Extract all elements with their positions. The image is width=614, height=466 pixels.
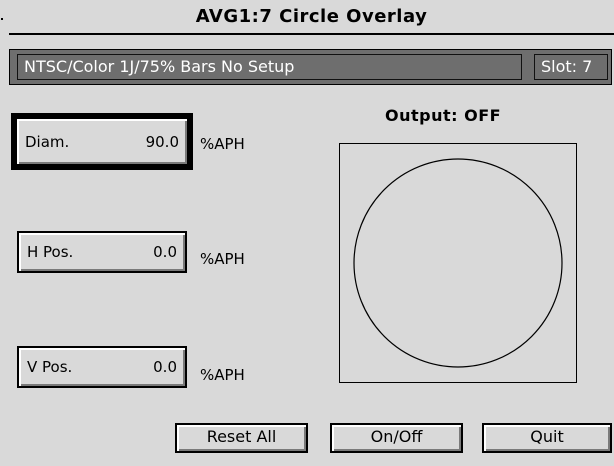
h-pos-label: H Pos.	[27, 243, 74, 261]
window-title-bar: AVG1:7 Circle Overlay	[9, 0, 614, 35]
diameter-button[interactable]: Diam. 90.0	[11, 113, 193, 170]
quit-button[interactable]: Quit	[482, 423, 612, 453]
status-bar: NTSC/Color 1J/75% Bars No Setup Slot: 7	[9, 49, 612, 85]
v-pos-button[interactable]: V Pos. 0.0	[17, 346, 187, 388]
diameter-label: Diam.	[25, 132, 70, 151]
output-status: Output: OFF	[385, 106, 502, 125]
corner-dot	[1, 18, 3, 20]
circle-preview	[339, 143, 577, 383]
circle-overlay-graphic	[353, 158, 563, 368]
h-pos-button[interactable]: H Pos. 0.0	[17, 231, 187, 273]
diameter-unit: %APH	[200, 135, 245, 153]
on-off-button[interactable]: On/Off	[330, 423, 463, 453]
diameter-value: 90.0	[145, 132, 179, 151]
v-pos-label: V Pos.	[27, 358, 73, 376]
signal-status: NTSC/Color 1J/75% Bars No Setup	[17, 54, 522, 80]
slot-status: Slot: 7	[534, 54, 608, 80]
v-pos-value: 0.0	[153, 358, 177, 376]
h-pos-unit: %APH	[200, 250, 245, 268]
h-pos-value: 0.0	[153, 243, 177, 261]
overlay-circle	[353, 158, 563, 368]
v-pos-unit: %APH	[200, 366, 245, 384]
window-title: AVG1:7 Circle Overlay	[195, 6, 428, 27]
reset-all-button[interactable]: Reset All	[175, 423, 308, 453]
